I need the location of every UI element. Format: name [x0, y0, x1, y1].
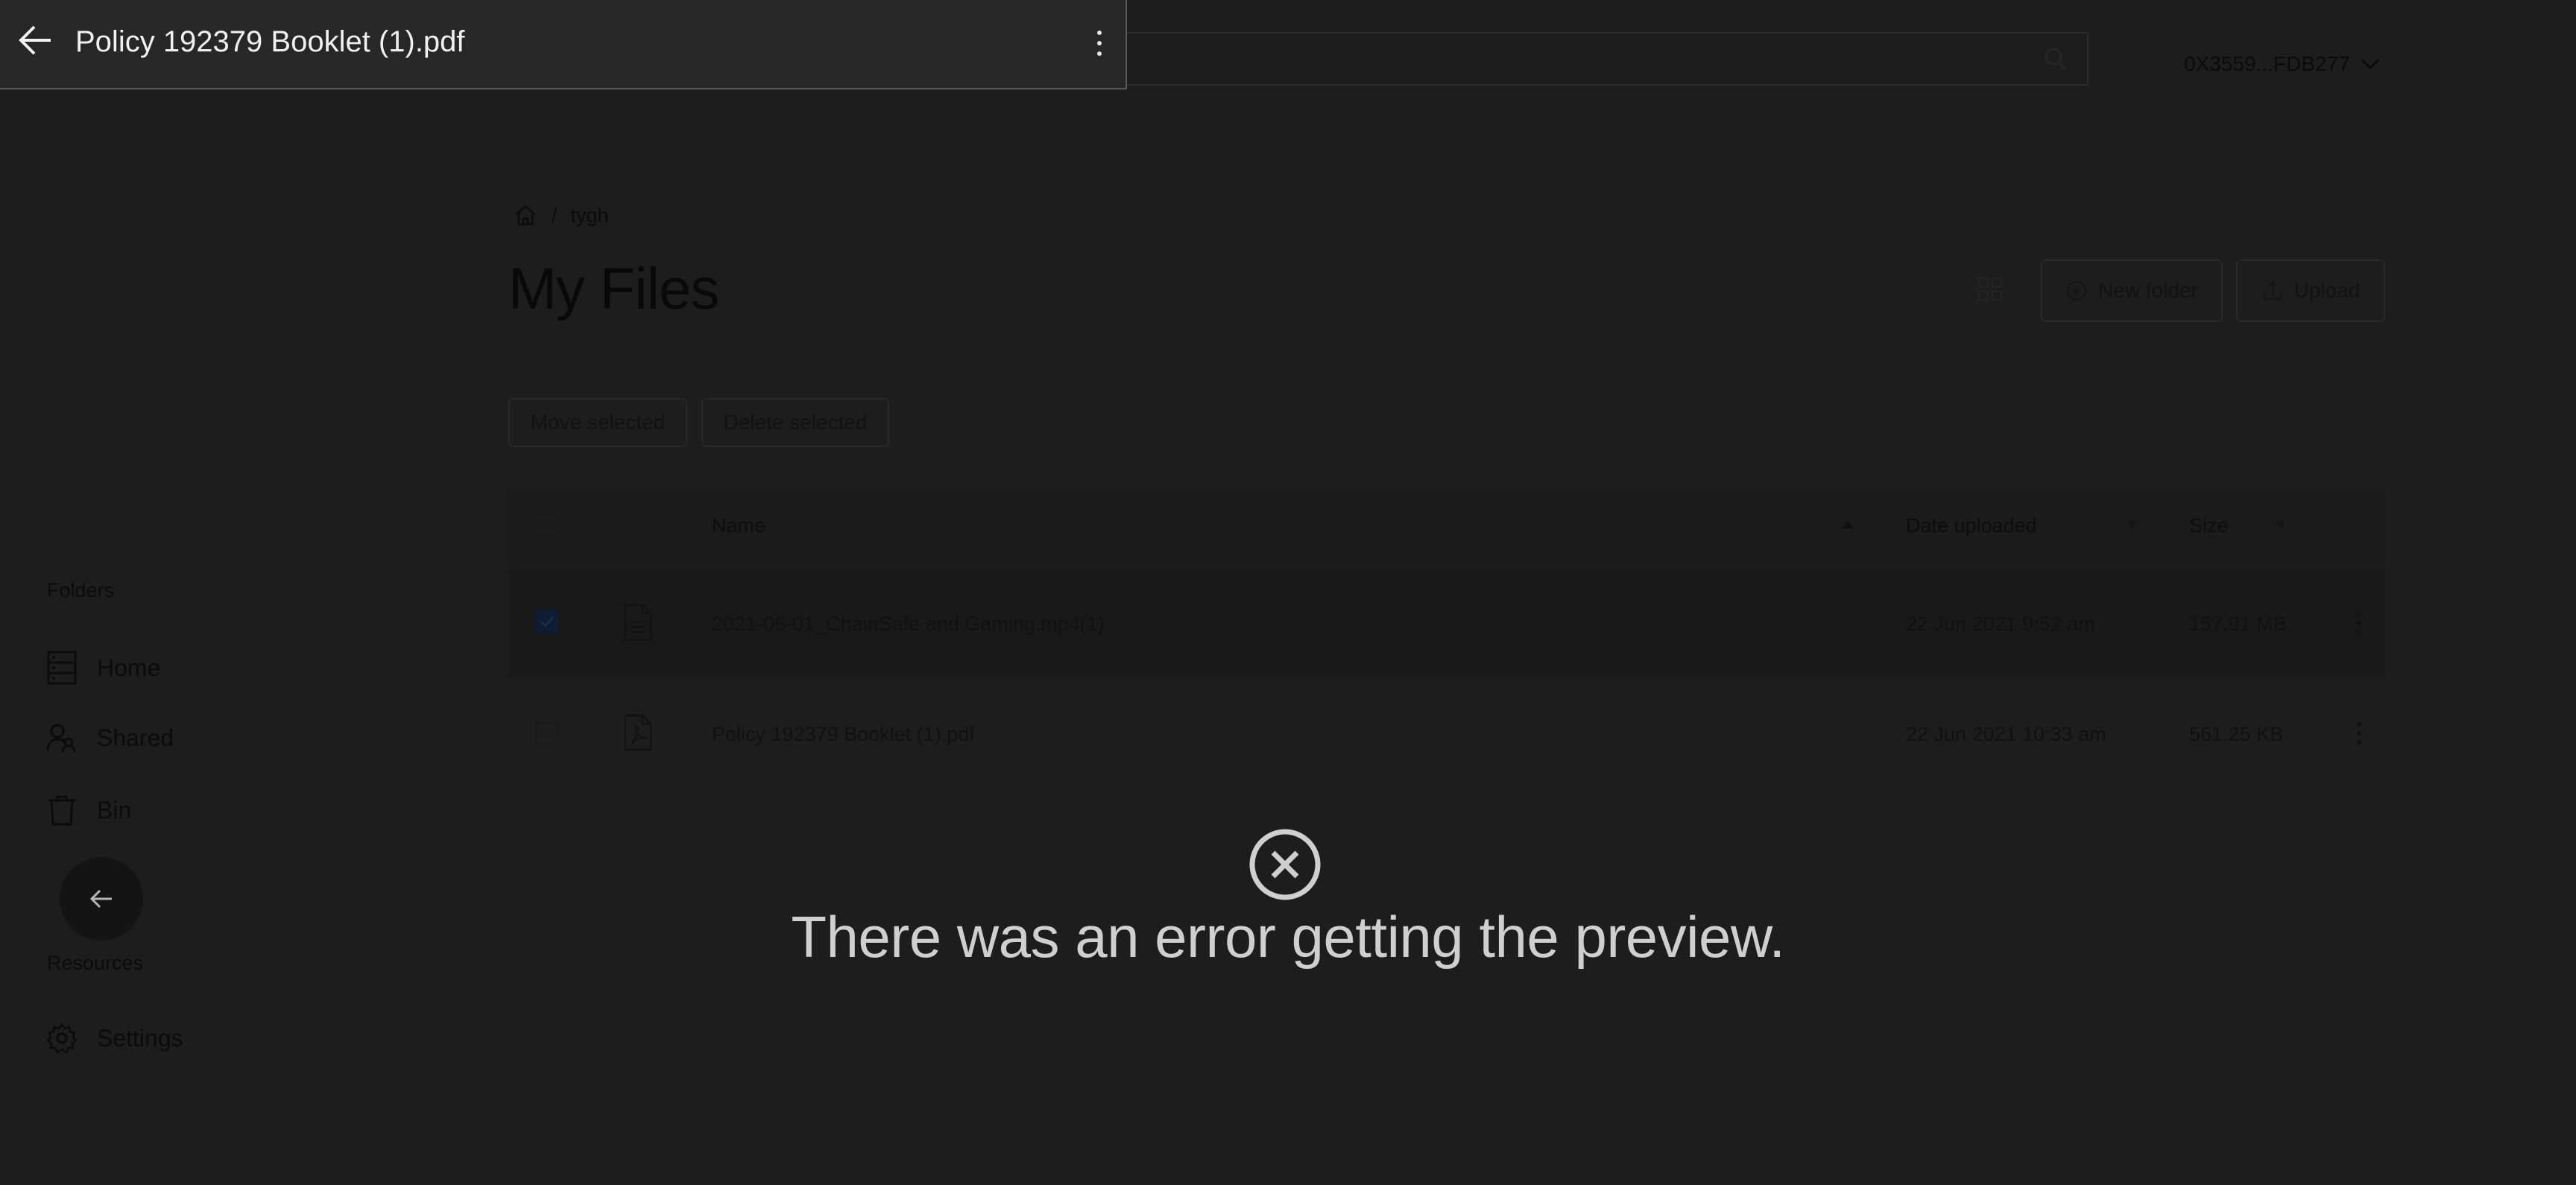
file-date: 22 Jun 2021 9:52 am [1906, 613, 2095, 635]
back-arrow-icon[interactable] [16, 22, 54, 58]
sidebar-item-label: Bin [97, 796, 132, 824]
breadcrumb-folder[interactable]: tygh [571, 204, 609, 227]
select-all-checkbox[interactable] [535, 513, 559, 537]
search-icon[interactable] [2042, 45, 2069, 72]
table-header [508, 486, 2385, 566]
upload-button[interactable]: Upload [2236, 259, 2385, 322]
column-header-date[interactable]: Date uploaded [1906, 514, 2037, 537]
column-header-name[interactable]: Name [712, 514, 765, 537]
file-text-icon [623, 604, 653, 641]
move-selected-button[interactable]: Move selected [508, 398, 687, 447]
home-icon[interactable] [513, 203, 538, 228]
sidebar-item-home[interactable]: Home [46, 650, 160, 686]
sort-asc-icon[interactable] [1841, 520, 1854, 529]
error-icon [1248, 827, 1322, 902]
search-input[interactable] [1096, 32, 2089, 86]
preview-file-name: Policy 192379 Booklet (1).pdf [75, 25, 465, 58]
delete-selected-label: Delete selected [723, 411, 868, 434]
trash-icon [48, 795, 75, 826]
sidebar-item-shared[interactable]: Shared [46, 723, 174, 753]
gear-icon [46, 1023, 78, 1054]
move-selected-label: Move selected [530, 411, 666, 434]
new-folder-label: New folder [2098, 279, 2198, 302]
page-title: My Files [508, 256, 719, 321]
plus-circle-icon [2066, 280, 2087, 301]
delete-selected-button[interactable]: Delete selected [701, 398, 889, 447]
column-header-size[interactable]: Size [2189, 514, 2229, 537]
account-menu[interactable]: 0X3559...FDB277 [2184, 52, 2380, 76]
file-date: 22 Jun 2021 10:33 am [1906, 723, 2106, 745]
new-folder-button[interactable]: New folder [2041, 259, 2223, 322]
row-menu-icon[interactable] [2355, 611, 2363, 635]
preview-error-message: There was an error getting the preview. [791, 904, 1785, 970]
upload-label: Upload [2294, 279, 2361, 302]
more-options-icon[interactable] [1096, 30, 1103, 57]
file-size: 561.25 KB [2189, 723, 2284, 745]
file-pdf-icon [623, 714, 653, 751]
row-checkbox[interactable] [535, 610, 559, 633]
account-address: 0X3559...FDB277 [2184, 52, 2350, 75]
chevron-down-icon [2361, 58, 2379, 70]
row-menu-icon[interactable] [2355, 721, 2363, 745]
row-checkbox[interactable] [535, 721, 559, 745]
sidebar-item-bin[interactable]: Bin [46, 794, 131, 826]
checkmark-icon [540, 616, 555, 628]
upload-icon [2263, 281, 2282, 300]
users-icon [46, 724, 76, 753]
sidebar-item-label: Settings [97, 1024, 183, 1052]
sidebar-item-settings[interactable]: Settings [46, 1023, 183, 1054]
breadcrumb-separator: / [552, 203, 558, 227]
sidebar-item-label: Shared [97, 724, 174, 751]
sort-toggle-icon[interactable] [2126, 520, 2139, 529]
file-name[interactable]: 2021-06-01_ChainSafe and Gaming.mp4(1) [712, 613, 1105, 636]
file-size: 157.91 MB [2189, 613, 2287, 635]
breadcrumb: / tygh [513, 203, 609, 228]
sidebar-folders-label: Folders [47, 579, 115, 601]
sidebar-item-label: Home [97, 654, 161, 681]
sort-toggle-icon[interactable] [2273, 520, 2287, 529]
file-name[interactable]: Policy 192379 Booklet (1).pdf [712, 723, 975, 746]
database-icon [47, 651, 77, 685]
grid-view-icon[interactable] [1977, 276, 2004, 303]
